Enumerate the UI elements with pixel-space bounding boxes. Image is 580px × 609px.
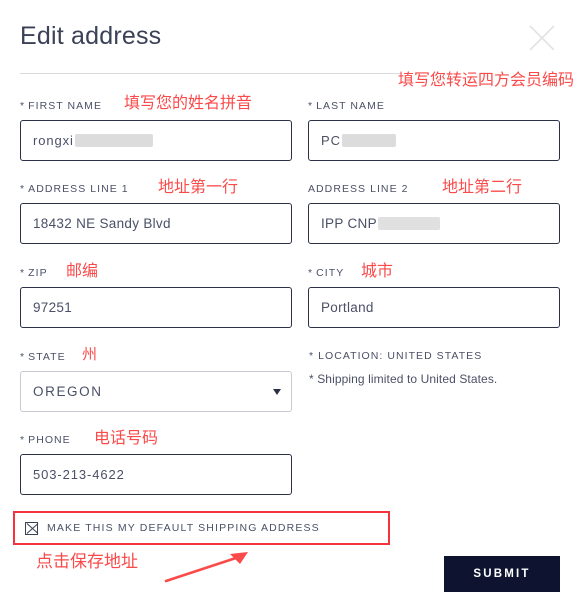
redaction-block — [74, 134, 153, 147]
field-address-line-2: ADDRESS LINE 2 IPP CNP — [308, 182, 560, 244]
field-city: * CITY Portland — [308, 266, 560, 328]
page-title: Edit address — [20, 22, 162, 50]
shipping-limit-note: * Shipping limited to United States. — [309, 372, 498, 386]
address-line-1-input[interactable]: 18432 NE Sandy Blvd — [20, 203, 292, 244]
header-divider — [20, 73, 401, 74]
field-last-name: * LAST NAME PC — [308, 99, 560, 161]
field-zip: * ZIP 97251 — [20, 266, 292, 328]
annotation-submit: 点击保存地址 — [36, 552, 138, 572]
field-address-line-1: * ADDRESS LINE 1 18432 NE Sandy Blvd — [20, 182, 292, 244]
state-select[interactable]: OREGON — [20, 371, 292, 412]
field-phone: * PHONE 503-213-4622 — [20, 433, 292, 495]
address-line-2-input[interactable]: IPP CNP — [308, 203, 560, 244]
last-name-input[interactable]: PC — [308, 120, 560, 161]
default-shipping-label: MAKE THIS MY DEFAULT SHIPPING ADDRESS — [47, 522, 320, 534]
field-phone-label: * PHONE — [20, 434, 71, 446]
location-info: * LOCATION: UNITED STATES * Shipping lim… — [309, 350, 569, 386]
default-shipping-row[interactable]: MAKE THIS MY DEFAULT SHIPPING ADDRESS — [13, 511, 390, 545]
state-select-value: OREGON — [33, 384, 103, 399]
field-address-line-1-label: * ADDRESS LINE 1 — [20, 183, 129, 195]
field-city-label: * CITY — [308, 267, 345, 279]
field-state: * STATE OREGON — [20, 350, 292, 412]
field-zip-label: * ZIP — [20, 267, 48, 279]
annotation-last-name: 填写您转运四方会员编码 — [398, 70, 575, 89]
redaction-block — [377, 217, 440, 230]
field-first-name-label: * FIRST NAME — [20, 100, 103, 112]
redaction-block — [341, 134, 396, 147]
zip-input[interactable]: 97251 — [20, 287, 292, 328]
chevron-down-icon — [273, 388, 281, 395]
phone-input[interactable]: 503-213-4622 — [20, 454, 292, 495]
close-icon[interactable] — [524, 20, 560, 56]
submit-button[interactable]: SUBMIT — [444, 556, 560, 592]
location-label: * LOCATION: UNITED STATES — [309, 350, 483, 362]
default-shipping-checkbox[interactable] — [25, 521, 38, 535]
field-first-name: * FIRST NAME rongxi — [20, 99, 292, 161]
field-address-line-2-label: ADDRESS LINE 2 — [308, 183, 409, 195]
field-state-label: * STATE — [20, 351, 66, 363]
annotation-arrow-icon — [164, 552, 248, 583]
first-name-input[interactable]: rongxi — [20, 120, 292, 161]
field-last-name-label: * LAST NAME — [308, 100, 385, 112]
city-input[interactable]: Portland — [308, 287, 560, 328]
